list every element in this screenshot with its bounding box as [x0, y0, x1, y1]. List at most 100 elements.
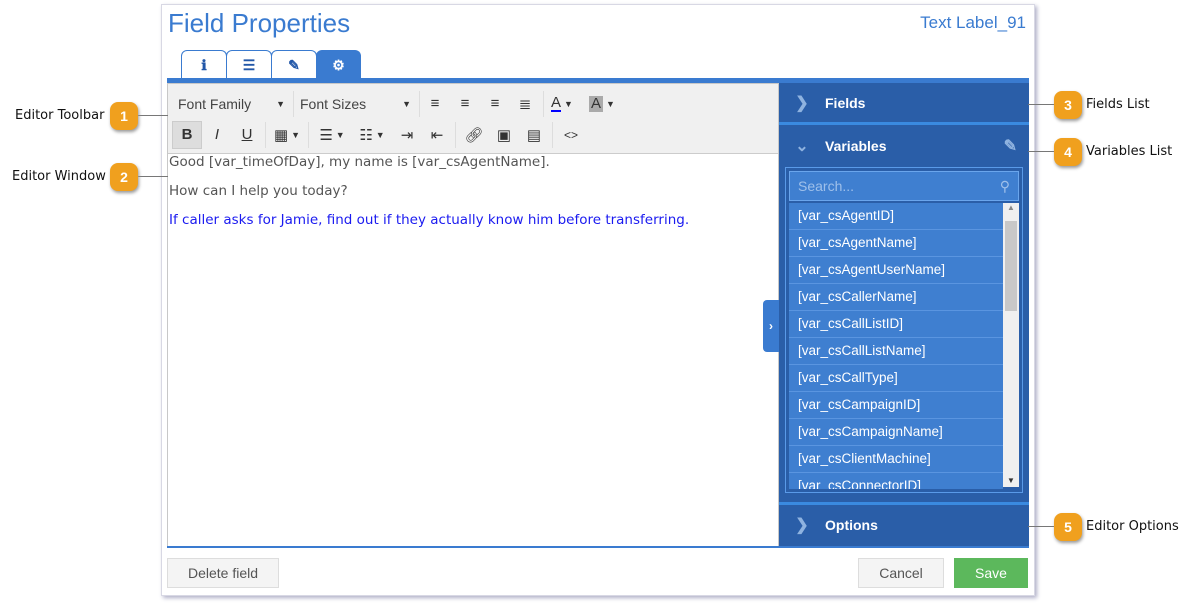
callout-line — [1028, 151, 1054, 152]
save-button[interactable]: Save — [954, 558, 1028, 588]
text-color-icon: A — [551, 93, 562, 112]
tab-bar: ℹ ☰ ✎ ⚙ — [181, 50, 361, 79]
scrollbar[interactable]: ▲ ▼ — [1003, 203, 1019, 487]
side-panel: ❯ Fields ⌄ Variables ✎ Search... ⚲ [var_csAg… — [779, 83, 1029, 547]
tab-info[interactable]: ℹ — [181, 50, 227, 79]
editor: Font Family ▼ Font Sizes ▼ ≡ ≡ ≡ ≣ A ▼ A ▼ B… — [167, 83, 779, 547]
delete-field-button[interactable]: Delete field — [167, 558, 279, 588]
align-center-button[interactable]: ≡ — [450, 90, 480, 118]
text-color-button[interactable]: A ▼ — [547, 90, 577, 118]
background-color-icon: A — [589, 94, 604, 112]
chevron-right-icon: ❯ — [795, 516, 809, 534]
font-family-label: Font Family — [178, 95, 252, 112]
variables-box: Search... ⚲ [var_csAgentID] [var_csAgentNa… — [785, 167, 1023, 493]
callout-label-5: Editor Options — [1086, 519, 1179, 534]
editor-line: If caller asks for Jamie, find out if th… — [169, 212, 690, 228]
media-button[interactable]: ▤ — [519, 121, 549, 149]
variables-header[interactable]: ⌄ Variables ✎ — [779, 125, 1029, 167]
underline-icon: U — [241, 126, 253, 143]
search-placeholder: Search... — [798, 178, 855, 194]
italic-icon: I — [214, 126, 220, 143]
variables-label: Variables — [825, 138, 887, 154]
source-code-button[interactable]: <> — [556, 121, 586, 149]
bullet-list-button[interactable]: ☰ ▼ — [312, 121, 352, 149]
variable-item[interactable]: [var_csAgentID] — [789, 203, 1003, 230]
chevron-right-icon: ❯ — [795, 94, 809, 112]
variable-item[interactable]: [var_csCampaignName] — [789, 419, 1003, 446]
divider — [455, 121, 456, 148]
callout-line — [1028, 104, 1054, 105]
numbered-list-button[interactable]: ☷ ▼ — [352, 121, 392, 149]
gear-icon: ⚙ — [332, 56, 345, 73]
italic-button[interactable]: I — [202, 121, 232, 149]
callout-line — [138, 115, 168, 116]
variable-item[interactable]: [var_csCallListName] — [789, 338, 1003, 365]
chevron-down-icon: ▼ — [276, 98, 285, 109]
link-button[interactable]: 🔗︎ — [459, 121, 489, 149]
underline-button[interactable]: U — [232, 121, 262, 149]
align-right-button[interactable]: ≡ — [480, 90, 510, 118]
variable-item[interactable]: [var_csCallListID] — [789, 311, 1003, 338]
tab-settings[interactable]: ⚙ — [316, 50, 361, 79]
chevron-down-icon: ⌄ — [795, 138, 809, 155]
editor-window[interactable]: Good [var_timeOfDay], my name is [var_cs… — [168, 154, 778, 228]
editor-line: Good [var_timeOfDay], my name is [var_cs… — [169, 154, 550, 170]
info-icon: ℹ — [201, 56, 207, 73]
indent-button[interactable]: ⇥ — [392, 121, 422, 149]
tab-eyedropper[interactable]: ✎ — [271, 50, 317, 79]
divider — [167, 546, 1029, 548]
callout-line — [138, 176, 168, 177]
list-icon: ☰ — [242, 56, 256, 73]
image-button[interactable]: ▣ — [489, 121, 519, 149]
editor-line: How can I help you today? — [169, 183, 348, 199]
callout-line — [1028, 526, 1054, 527]
fields-label: Fields — [825, 94, 866, 111]
callout-badge-4: 4 — [1054, 138, 1082, 166]
variable-search-input[interactable]: Search... ⚲ — [789, 171, 1019, 201]
outdent-button[interactable]: ⇤ — [422, 121, 452, 149]
callout-badge-1: 1 — [110, 102, 138, 130]
callout-badge-5: 5 — [1054, 513, 1082, 541]
background-color-button[interactable]: A ▼ — [587, 90, 617, 118]
tab-list[interactable]: ☰ — [226, 50, 272, 79]
code-icon: <> — [563, 127, 578, 142]
search-icon: ⚲ — [999, 177, 1010, 194]
field-properties-dialog: Field Properties Text Label_91 ℹ ☰ ✎ ⚙ F… — [161, 4, 1035, 596]
edit-icon[interactable]: ✎ — [1004, 136, 1017, 156]
variable-item[interactable]: [var_csAgentName] — [789, 230, 1003, 257]
callout-label-4: Variables List — [1086, 144, 1173, 159]
cancel-button[interactable]: Cancel — [858, 558, 944, 588]
align-left-button[interactable]: ≡ — [420, 90, 450, 118]
collapse-panel-button[interactable]: › — [763, 300, 779, 352]
options-header[interactable]: ❯ Options — [779, 502, 1029, 544]
variable-item[interactable]: [var_csClientMachine] — [789, 446, 1003, 473]
variable-item[interactable]: [var_csAgentUserName] — [789, 257, 1003, 284]
variables-list: [var_csAgentID] [var_csAgentName] [var_csA… — [789, 203, 1019, 489]
variable-item[interactable]: [var_csCampaignID] — [789, 392, 1003, 419]
table-button[interactable]: ▦ ▼ — [269, 121, 305, 149]
divider — [265, 121, 266, 148]
callout-badge-2: 2 — [110, 163, 138, 191]
font-sizes-label: Font Sizes — [300, 95, 367, 112]
dialog-title: Field Properties — [168, 8, 351, 38]
variable-item[interactable]: [var_csConnectorID] — [789, 473, 1003, 489]
bold-button[interactable]: B — [172, 120, 202, 149]
callout-label-2: Editor Window — [12, 169, 106, 184]
callout-badge-3: 3 — [1054, 91, 1082, 119]
options-label: Options — [825, 516, 878, 533]
fields-header[interactable]: ❯ Fields — [779, 83, 1029, 125]
editor-toolbar: Font Family ▼ Font Sizes ▼ ≡ ≡ ≡ ≣ A ▼ A ▼ B… — [168, 84, 778, 154]
chevron-down-icon: ▼ — [402, 98, 411, 109]
field-name: Text Label_91 — [920, 13, 1026, 32]
variable-item[interactable]: [var_csCallerName] — [789, 284, 1003, 311]
align-justify-button[interactable]: ≣ — [510, 90, 540, 118]
divider — [308, 121, 309, 148]
eyedropper-icon: ✎ — [288, 56, 300, 73]
font-family-select[interactable]: Font Family ▼ — [172, 90, 294, 117]
callout-label-1: Editor Toolbar — [15, 108, 105, 123]
bold-icon: B — [181, 126, 193, 143]
callout-label-3: Fields List — [1086, 97, 1150, 112]
font-sizes-select[interactable]: Font Sizes ▼ — [294, 90, 420, 117]
divider — [552, 121, 553, 148]
variable-item[interactable]: [var_csCallType] — [789, 365, 1003, 392]
